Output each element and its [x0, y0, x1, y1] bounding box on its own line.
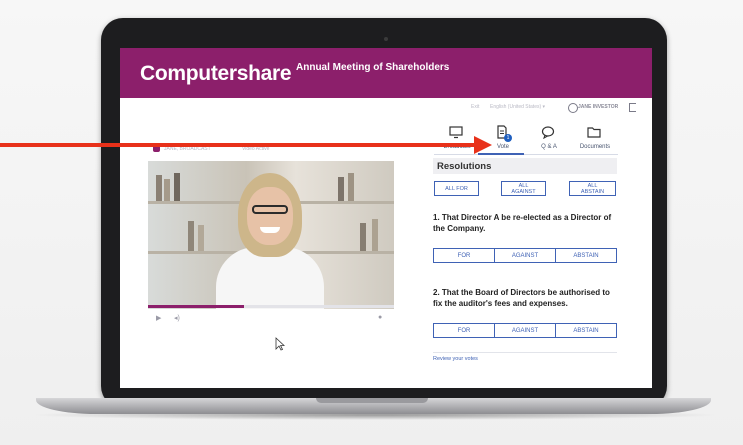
- book: [188, 221, 194, 251]
- resolution-2-against-button[interactable]: AGAINST: [495, 324, 556, 337]
- settings-icon[interactable]: ●: [378, 314, 382, 321]
- tab-label: Q & A: [541, 144, 557, 150]
- mouse-cursor-icon: [275, 337, 285, 351]
- resolutions-header: Resolutions: [433, 158, 617, 174]
- tab-documents[interactable]: Documents: [572, 122, 618, 154]
- presenter-smile: [260, 227, 280, 233]
- chat-bubble-icon: [541, 126, 555, 139]
- brand-logo: Computershare: [140, 62, 292, 85]
- book: [174, 173, 180, 201]
- resolution-2-abstain-button[interactable]: ABSTAIN: [556, 324, 616, 337]
- resolution-1-vote-options: FOR AGAINST ABSTAIN: [433, 248, 617, 263]
- volume-icon[interactable]: ◂): [174, 314, 180, 322]
- resolution-2-text: 2. That the Board of Directors be author…: [433, 288, 617, 309]
- folder-icon: [587, 127, 601, 138]
- all-abstain-button[interactable]: ALL ABSTAIN: [569, 181, 616, 196]
- book: [360, 223, 366, 251]
- tab-label: Documents: [579, 144, 611, 150]
- resolution-2-for-button[interactable]: FOR: [434, 324, 495, 337]
- review-divider: [433, 352, 617, 353]
- resolution-2-line-1: 2. That the Board of Directors be author…: [433, 288, 610, 297]
- language-select[interactable]: English (United States) ▾: [490, 104, 545, 110]
- resolution-1-for-button[interactable]: FOR: [434, 249, 495, 262]
- video-progress-fill: [148, 305, 244, 308]
- webcam-dot: [384, 37, 388, 41]
- all-for-button[interactable]: ALL FOR: [434, 181, 479, 196]
- book: [338, 177, 344, 201]
- tab-qa[interactable]: Q & A: [526, 122, 572, 154]
- logout-icon[interactable]: [629, 103, 636, 112]
- book: [372, 219, 378, 251]
- laptop-screen: Computershare Annual Meeting of Sharehol…: [120, 48, 652, 388]
- all-abstain-label-2: ABSTAIN: [580, 188, 605, 195]
- play-icon[interactable]: ▶: [156, 314, 161, 322]
- exit-link[interactable]: Exit: [471, 104, 479, 110]
- callout-arrow-head: [474, 136, 492, 154]
- broadcast-video[interactable]: [148, 161, 394, 309]
- all-for-label: ALL FOR: [445, 185, 468, 192]
- book: [348, 173, 354, 201]
- app-header: Computershare Annual Meeting of Sharehol…: [120, 48, 652, 98]
- monitor-icon: [449, 126, 463, 139]
- panel-tabs: Broadcast 1 Vote Q & A Documents: [434, 122, 618, 154]
- review-votes-link[interactable]: Review your votes: [433, 356, 478, 362]
- vote-count-badge: 1: [504, 134, 512, 142]
- meeting-title: Annual Meeting of Shareholders: [296, 62, 450, 73]
- presenter-glasses: [252, 205, 288, 214]
- resolution-1-text: 1. That Director A be re-elected as a Di…: [433, 213, 617, 234]
- all-against-label-2: AGAINST: [511, 188, 536, 195]
- laptop-base-notch: [316, 398, 428, 403]
- tabs-divider: [434, 154, 618, 155]
- presenter-face: [247, 187, 293, 245]
- resolution-1-line-2: the Company.: [433, 223, 486, 233]
- user-icon: [568, 103, 578, 113]
- resolutions-title: Resolutions: [437, 161, 492, 172]
- resolution-1-abstain-button[interactable]: ABSTAIN: [556, 249, 616, 262]
- book: [156, 175, 162, 201]
- resolution-1-against-button[interactable]: AGAINST: [495, 249, 556, 262]
- callout-arrow-shaft: [0, 143, 477, 147]
- resolution-2-vote-options: FOR AGAINST ABSTAIN: [433, 323, 617, 338]
- user-menu[interactable]: JANE INVESTOR: [578, 104, 618, 110]
- book: [164, 179, 170, 201]
- book: [198, 225, 204, 251]
- resolution-1-line-1: 1. That Director A be re-elected as a Di…: [433, 213, 612, 222]
- all-against-button[interactable]: ALL AGAINST: [501, 181, 546, 196]
- resolution-2-line-2: fix the auditor's fees and expenses.: [433, 298, 568, 308]
